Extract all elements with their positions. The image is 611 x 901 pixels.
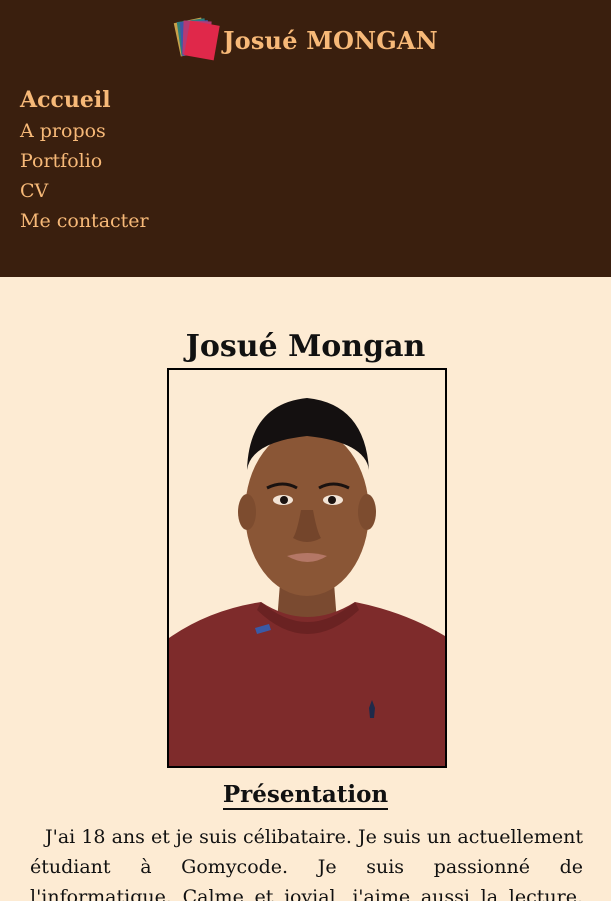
- site-title: Josué MONGAN: [223, 25, 438, 55]
- books-icon: [173, 16, 221, 62]
- section-heading: Présentation: [0, 779, 611, 810]
- main-content: Josué Mongan Présentation J'ai 18 ans et…: [0, 277, 611, 901]
- nav-item-me-contacter[interactable]: Me contacter: [20, 206, 149, 236]
- nav-item-a-propos[interactable]: A propos: [20, 116, 149, 146]
- site-header: Josué MONGAN Accueil A propos Portfolio …: [0, 0, 611, 277]
- profile-photo: [167, 368, 447, 768]
- page-title: Josué Mongan: [185, 329, 426, 364]
- main-nav: Accueil A propos Portfolio CV Me contact…: [20, 84, 149, 236]
- portrait-image: [169, 370, 445, 766]
- nav-item-cv[interactable]: CV: [20, 176, 149, 206]
- section-title-presentation: Présentation: [222, 781, 389, 810]
- nav-item-accueil[interactable]: Accueil: [20, 84, 149, 116]
- nav-item-portfolio[interactable]: Portfolio: [20, 146, 149, 176]
- presentation-paragraph: J'ai 18 ans et je suis célibataire. Je s…: [30, 826, 583, 901]
- brand[interactable]: Josué MONGAN: [0, 16, 611, 62]
